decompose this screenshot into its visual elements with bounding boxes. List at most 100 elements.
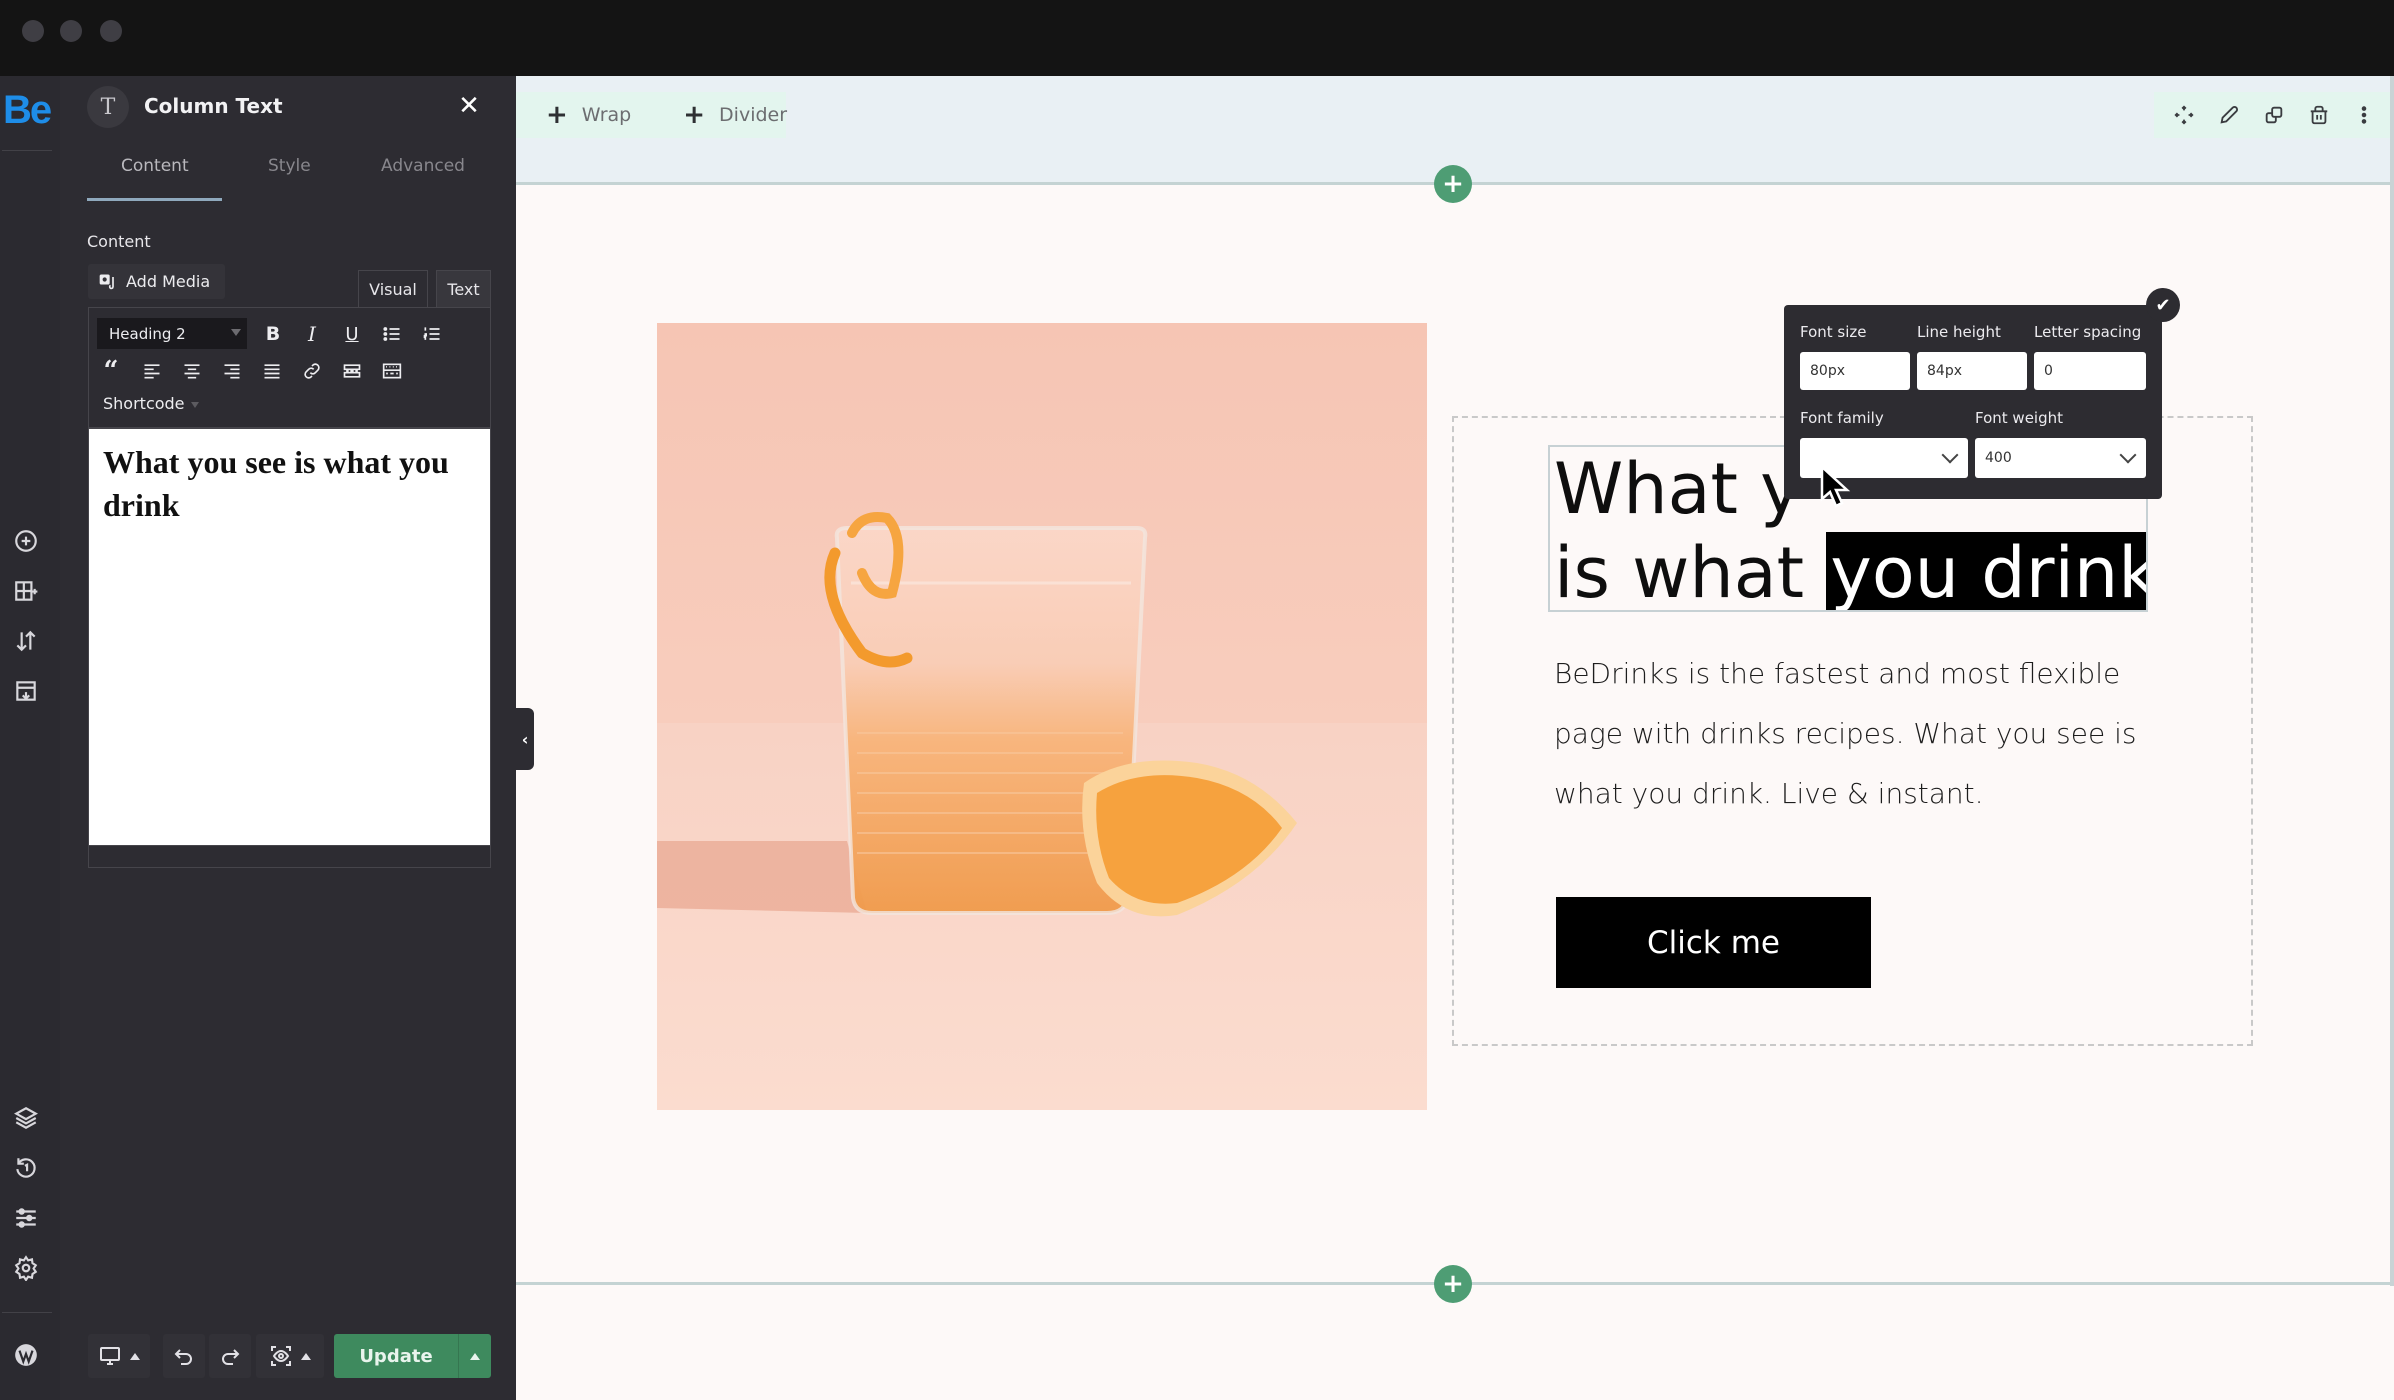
font-weight-value: 400 [1985,450,2012,466]
add-section-bottom-button[interactable]: + [1434,1265,1472,1303]
content-section-label: Content [87,232,151,251]
italic-icon[interactable]: I [298,320,326,348]
chevron-down-icon [2119,446,2137,464]
tab-style[interactable]: Style [268,156,311,176]
chevron-down-icon [1941,446,1959,464]
section-toolbar-right [2154,92,2394,138]
move-icon[interactable] [2169,100,2199,130]
body-paragraph[interactable]: BeDrinks is the fastest and most flexibl… [1554,644,2194,824]
format-select[interactable]: Heading 2 [97,318,247,349]
divider-label: Divider [719,104,788,126]
preview-eye-icon [271,1346,291,1366]
collapse-panel-button[interactable]: ‹ [516,708,534,770]
wrap-label: Wrap [581,104,632,126]
align-center-icon[interactable] [178,357,206,385]
device-switcher-button[interactable] [88,1334,150,1378]
be-logo[interactable]: Be [3,88,52,133]
undo-icon [174,1349,192,1365]
update-options-toggle[interactable] [459,1352,491,1360]
font-weight-label: Font weight [1975,409,2064,427]
window-close-button[interactable] [22,20,44,42]
heading-line-2-plain: is what [1554,532,1827,612]
add-element-icon[interactable] [10,525,42,557]
tab-text[interactable]: Text [436,270,491,307]
panel-bottom-bar: Update [60,1334,516,1392]
editor-resize-bar[interactable] [88,846,491,868]
redo-icon [222,1349,240,1365]
link-icon[interactable] [298,357,326,385]
settings-icon[interactable] [10,1252,42,1284]
layers-icon[interactable] [10,1102,42,1134]
font-weight-select[interactable]: 400 [1975,438,2146,478]
underline-icon[interactable]: U [338,320,366,348]
text-element-icon: T [87,86,129,128]
editor-content[interactable]: What you see is what you drink [103,441,476,527]
line-height-label: Line height [1917,323,2001,341]
rail-divider [2,150,52,151]
page-canvas: + Wrap + Divider + + What y is what you … [516,76,2394,1400]
plus-icon: + [683,100,706,130]
add-divider-button[interactable]: + Divider [683,102,787,128]
click-me-button[interactable]: Click me [1556,897,1871,988]
font-family-label: Font family [1800,409,1884,427]
sliders-icon[interactable] [10,1202,42,1234]
add-wrap-button[interactable]: + Wrap [546,102,631,128]
undo-button[interactable] [163,1334,205,1378]
align-left-icon[interactable] [138,357,166,385]
add-section-top-button[interactable]: + [1434,165,1472,203]
tab-visual[interactable]: Visual [358,270,428,307]
heading-line-2: is what you drink [1554,531,2146,612]
caret-up-icon [130,1352,140,1360]
wordpress-icon[interactable] [10,1339,42,1371]
tab-content[interactable]: Content [121,156,189,176]
active-tab-indicator [87,198,222,201]
popup-confirm-button[interactable]: ✔ [2146,288,2180,322]
add-section-icon[interactable] [10,575,42,607]
align-right-icon[interactable] [218,357,246,385]
drink-photo[interactable] [657,323,1427,1110]
font-size-input[interactable]: 80px [1800,352,1910,390]
keyboard-icon[interactable] [378,357,406,385]
justify-icon[interactable] [258,357,286,385]
edit-icon[interactable] [2214,100,2244,130]
more-icon[interactable] [2349,100,2379,130]
preview-button[interactable] [256,1334,324,1378]
history-icon[interactable] [10,1152,42,1184]
icon-rail: Be [0,76,60,1400]
delete-icon[interactable] [2304,100,2334,130]
duplicate-icon[interactable] [2259,100,2289,130]
letter-spacing-input[interactable]: 0 [2034,352,2146,390]
read-more-icon[interactable] [338,357,366,385]
visual-editor[interactable]: What you see is what you drink [88,428,491,846]
caret-down-icon [231,329,241,336]
heading-selected-text: you drink [1826,532,2146,610]
element-settings-panel: T Column Text ✕ Content Style Advanced C… [60,76,516,1400]
desktop-icon [100,1347,120,1365]
sort-icon[interactable] [10,625,42,657]
close-icon[interactable]: ✕ [453,90,485,122]
add-media-button[interactable]: Add Media [88,264,225,299]
window-titlebar [0,0,2394,76]
font-size-label: Font size [1800,323,1867,341]
line-height-input[interactable]: 84px [1917,352,2027,390]
drink-photo-illustration [657,323,1427,1110]
letter-spacing-label: Letter spacing [2034,323,2142,341]
format-select-value: Heading 2 [109,324,186,343]
tab-advanced[interactable]: Advanced [381,156,465,176]
caret-up-icon [301,1352,311,1360]
template-icon[interactable] [10,675,42,707]
bullet-list-icon[interactable] [378,320,406,348]
section-toolbar-left: + Wrap + Divider [516,92,787,138]
update-label: Update [359,1345,433,1367]
window-maximize-button[interactable] [100,20,122,42]
window-minimize-button[interactable] [60,20,82,42]
panel-title: Column Text [144,94,283,118]
blockquote-icon[interactable]: “ [97,356,125,386]
bold-icon[interactable]: B [259,320,287,348]
canvas-scroll-edge [2390,76,2394,1286]
redo-button[interactable] [209,1334,251,1378]
update-button[interactable]: Update [334,1334,491,1378]
shortcode-dropdown[interactable]: Shortcode [103,394,199,413]
mouse-cursor-icon [1820,465,1851,508]
numbered-list-icon[interactable] [418,320,446,348]
